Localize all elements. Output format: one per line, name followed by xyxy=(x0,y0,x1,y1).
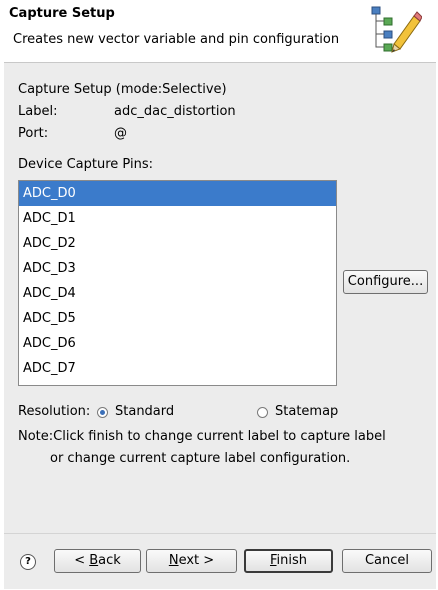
pin-list-item[interactable]: ADC_D6 xyxy=(19,331,336,356)
finish-button[interactable]: Finish xyxy=(244,549,333,573)
wizard-footer: ? < Back Next > Finish Cancel xyxy=(4,533,436,589)
port-value: @ xyxy=(114,126,127,141)
radio-statemap[interactable] xyxy=(257,407,268,418)
pin-list-item[interactable]: ADC_D5 xyxy=(19,306,336,331)
next-rest: ext > xyxy=(178,553,215,568)
label-key: Label: xyxy=(18,104,58,119)
capture-setup-heading: Capture Setup (mode:Selective) xyxy=(18,82,227,97)
back-button[interactable]: < Back xyxy=(54,549,141,573)
next-mnemonic: N xyxy=(168,553,179,568)
capture-pins-list[interactable]: ADC_D0 ADC_D1 ADC_D2 ADC_D3 ADC_D4 ADC_D5 ADC_… xyxy=(18,180,337,386)
pin-list-item[interactable]: ADC_D4 xyxy=(19,281,336,306)
pin-list-item[interactable]: ADC_D7 xyxy=(19,356,336,381)
pin-list-item[interactable]: ADC_D3 xyxy=(19,256,336,281)
next-button[interactable]: Next > xyxy=(146,549,237,573)
note-line-2: or change current capture label configur… xyxy=(50,451,351,466)
back-mnemonic: B xyxy=(89,553,99,568)
back-prefix: < xyxy=(74,553,90,568)
radio-selected-dot xyxy=(100,410,105,415)
note-line-1: Note:Click finish to change current labe… xyxy=(18,429,386,444)
help-icon[interactable]: ? xyxy=(20,554,36,570)
finish-rest: inish xyxy=(276,553,308,568)
label-value: adc_dac_distortion xyxy=(114,104,236,119)
resolution-label: Resolution: xyxy=(18,404,91,419)
wizard-window: Capture Setup Creates new vector variabl… xyxy=(4,0,436,589)
port-key: Port: xyxy=(18,126,49,141)
pin-list-item[interactable]: ADC_D0 xyxy=(19,181,336,206)
back-rest: ack xyxy=(98,553,121,568)
pin-list-item[interactable]: ADC_D1 xyxy=(19,206,336,231)
wizard-content: Capture Setup (mode:Selective) Label: ad… xyxy=(4,63,436,533)
page-description: Creates new vector variable and pin conf… xyxy=(13,32,340,47)
page-title: Capture Setup xyxy=(9,6,115,21)
pins-heading: Device Capture Pins: xyxy=(18,157,153,172)
radio-standard-label[interactable]: Standard xyxy=(115,404,174,419)
cancel-button[interactable]: Cancel xyxy=(342,549,432,573)
wizard-header: Capture Setup Creates new vector variabl… xyxy=(4,0,436,63)
radio-standard[interactable] xyxy=(97,407,108,418)
pin-list-item[interactable]: ADC_D2 xyxy=(19,231,336,256)
configure-button[interactable]: Configure... xyxy=(343,270,428,294)
vector-setup-icon xyxy=(371,6,422,53)
radio-statemap-label[interactable]: Statemap xyxy=(275,404,338,419)
